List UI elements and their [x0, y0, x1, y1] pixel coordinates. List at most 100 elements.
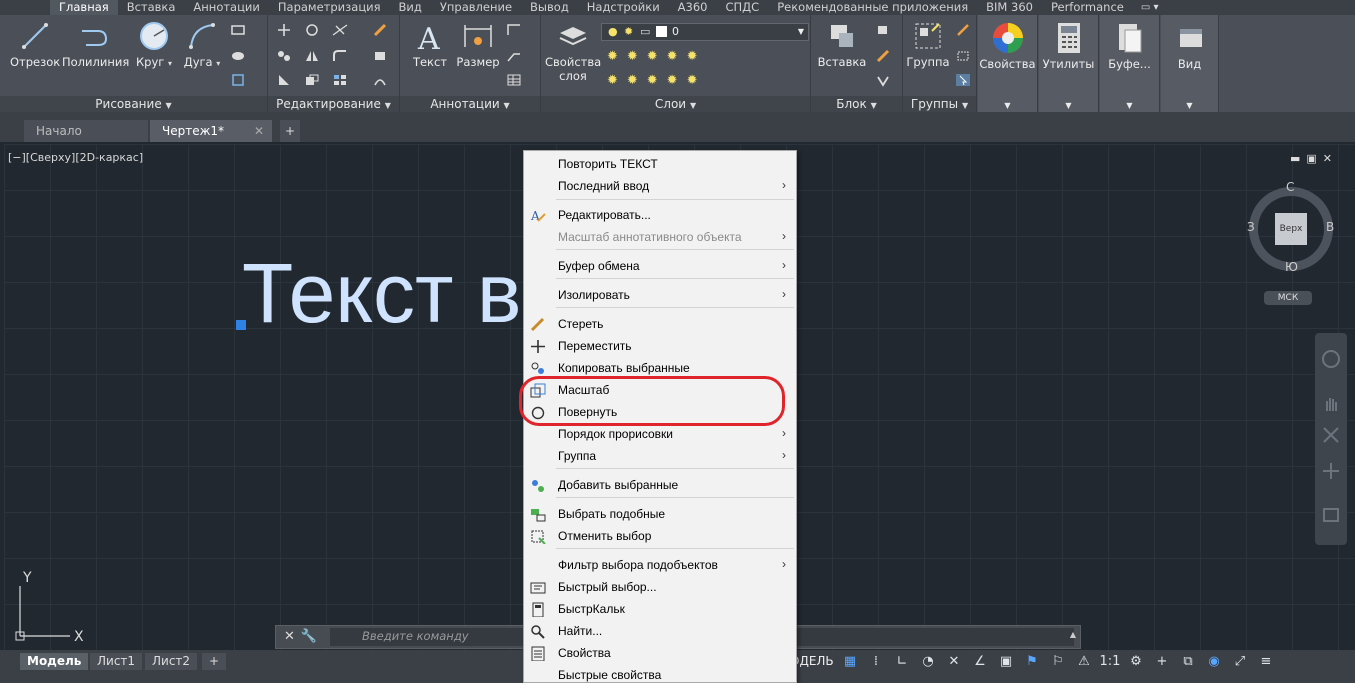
compass-west[interactable]: З — [1247, 220, 1255, 234]
viewcube-top-face[interactable]: Верх — [1275, 213, 1307, 245]
tab-manage[interactable]: Управление — [431, 0, 521, 15]
menu-item-erase[interactable]: Стереть — [524, 314, 796, 334]
snap-icon[interactable]: ⁞ — [864, 652, 888, 672]
line-button[interactable]: Отрезок — [10, 19, 60, 69]
tab-parametric[interactable]: Параметризация — [269, 0, 390, 15]
osnap-icon[interactable]: ✕ — [942, 652, 966, 672]
menu-item-select-similar[interactable]: Выбрать подобные — [524, 504, 796, 524]
properties-tile[interactable]: Свойства ▼ — [978, 15, 1038, 112]
ucs-menu[interactable]: МСК — [1264, 291, 1312, 305]
dimension-button[interactable]: Размер — [456, 19, 500, 69]
isolate-icon[interactable]: ⧉ — [1176, 652, 1200, 672]
close-icon[interactable]: ✕ — [254, 120, 264, 142]
menu-item-copy-selection[interactable]: Копировать выбранные — [524, 358, 796, 378]
tab-performance[interactable]: Performance — [1042, 0, 1133, 15]
explode-tool-icon[interactable] — [372, 49, 388, 63]
menu-item-repeat-text[interactable]: Повторить ТЕКСТ — [524, 154, 796, 174]
steering-wheel-icon[interactable] — [1321, 349, 1341, 369]
menu-icon[interactable]: ≡ — [1254, 652, 1278, 672]
utilities-tile[interactable]: Утилиты ▼ — [1039, 15, 1099, 112]
layer-dropdown[interactable]: ● ✹ ▭ 0 ▼ — [601, 23, 809, 41]
ribbon-toggle-icon[interactable]: ▭ ▾ — [1141, 2, 1159, 13]
tab-layout1[interactable]: Лист1 — [90, 653, 143, 670]
arc-button[interactable]: Дуга ▾ — [182, 19, 222, 71]
lineweight-icon[interactable]: ∠ — [968, 652, 992, 672]
tab-view[interactable]: Вид — [390, 0, 431, 15]
ortho-icon[interactable]: ∟ — [890, 652, 914, 672]
menu-item-draw-order[interactable]: Порядок прорисовки › — [524, 424, 796, 444]
new-tab-button[interactable]: + — [280, 120, 300, 142]
menu-item-properties[interactable]: Свойства — [524, 643, 796, 663]
menu-item-last-input[interactable]: Последний ввод › — [524, 176, 796, 196]
rotate-tool-icon[interactable] — [304, 23, 320, 37]
hardware-acceleration-icon[interactable]: ◉ — [1202, 652, 1226, 672]
create-block-icon[interactable] — [875, 23, 891, 37]
multileader-icon[interactable] — [506, 49, 522, 63]
trim-tool-icon[interactable] — [332, 23, 348, 37]
rectangle-icon[interactable] — [230, 23, 246, 37]
transparency-icon[interactable]: ▣ — [994, 652, 1018, 672]
polyline-button[interactable]: Полилиния — [62, 19, 129, 69]
circle-button[interactable]: Круг ▾ — [134, 19, 174, 71]
tab-a360[interactable]: А360 — [669, 0, 717, 15]
tab-featured-apps[interactable]: Рекомендованные приложения — [768, 0, 977, 15]
layer-tools-row-1[interactable]: ✹✹✹✹✹ — [607, 49, 706, 64]
clipboard-tile[interactable]: Буфе... ▼ — [1100, 15, 1160, 112]
panel-annotation-title[interactable]: Аннотации ▼ — [400, 96, 540, 112]
plus-icon[interactable]: + — [1150, 652, 1174, 672]
offset-tool-icon[interactable] — [372, 73, 388, 87]
viewcube[interactable]: Верх — [1249, 187, 1333, 271]
tab-insert[interactable]: Вставка — [118, 0, 185, 15]
layer-tools-row-2[interactable]: ✹✹✹✹✹ — [607, 73, 706, 88]
fillet-tool-icon[interactable] — [332, 49, 348, 63]
boundary-icon[interactable] — [230, 73, 246, 87]
scale-value[interactable]: 1:1 — [1098, 652, 1122, 672]
layer-properties-button[interactable]: Свойства слоя — [545, 19, 601, 83]
menu-item-quick-select[interactable]: Быстрый выбор... — [524, 577, 796, 597]
compass-south[interactable]: Ю — [1285, 260, 1298, 274]
ungroup-icon[interactable] — [955, 23, 971, 37]
tab-home[interactable]: Главная — [50, 0, 118, 15]
copy-tool-icon[interactable] — [276, 49, 292, 63]
tab-start[interactable]: Начало — [24, 120, 148, 142]
panel-groups-title[interactable]: Группы ▼ — [903, 96, 976, 112]
autoscale-icon[interactable]: ⚐ — [1046, 652, 1070, 672]
annotation-scale-icon[interactable]: ⚠ — [1072, 652, 1096, 672]
menu-item-add-selected[interactable]: Добавить выбранные — [524, 475, 796, 495]
compass-north[interactable]: С — [1286, 180, 1294, 194]
attribute-icon[interactable] — [875, 73, 891, 87]
gear-icon[interactable]: ⚙ — [1124, 652, 1148, 672]
table-icon[interactable] — [506, 73, 522, 87]
mirror-tool-icon[interactable] — [304, 49, 320, 63]
annotation-visibility-icon[interactable]: ⚑ — [1020, 652, 1044, 672]
tab-bim360[interactable]: BIM 360 — [977, 0, 1042, 15]
text-button[interactable]: A Текст — [408, 19, 452, 69]
tab-layout2[interactable]: Лист2 — [145, 653, 198, 670]
panel-draw-title[interactable]: Рисование ▼ — [0, 96, 267, 112]
tab-drawing1[interactable]: Чертеж1* ✕ — [150, 120, 272, 142]
group-select-icon[interactable] — [955, 73, 971, 87]
hatch-icon[interactable] — [230, 49, 246, 63]
erase-tool-icon[interactable] — [372, 23, 388, 37]
command-history-icon[interactable]: ▲ — [1070, 630, 1076, 639]
leader-icon[interactable] — [506, 23, 522, 37]
tab-addins[interactable]: Надстройки — [578, 0, 669, 15]
showmotion-icon[interactable] — [1321, 505, 1341, 525]
new-layout-button[interactable]: + — [202, 653, 227, 670]
compass-east[interactable]: В — [1326, 220, 1334, 234]
tab-model[interactable]: Модель — [20, 653, 89, 670]
pan-hand-icon[interactable] — [1321, 393, 1341, 413]
zoom-extents-icon[interactable] — [1321, 425, 1341, 445]
panel-modify-title[interactable]: Редактирование ▼ — [268, 96, 399, 112]
viewport-window-controls[interactable]: ▬▣✕ — [1290, 152, 1338, 165]
grid-icon[interactable]: ▦ — [838, 652, 862, 672]
viewport-controls[interactable]: [−][Сверху][2D-каркас] — [8, 151, 143, 164]
edit-block-icon[interactable] — [875, 49, 891, 63]
menu-item-group[interactable]: Группа › — [524, 446, 796, 466]
group-edit-icon[interactable] — [955, 49, 971, 63]
tab-output[interactable]: Вывод — [521, 0, 578, 15]
application-menu-button[interactable] — [0, 0, 50, 15]
tab-spds[interactable]: СПДС — [717, 0, 769, 15]
menu-item-subobject-filter[interactable]: Фильтр выбора подобъектов › — [524, 555, 796, 575]
panel-block-title[interactable]: Блок ▼ — [811, 96, 902, 112]
